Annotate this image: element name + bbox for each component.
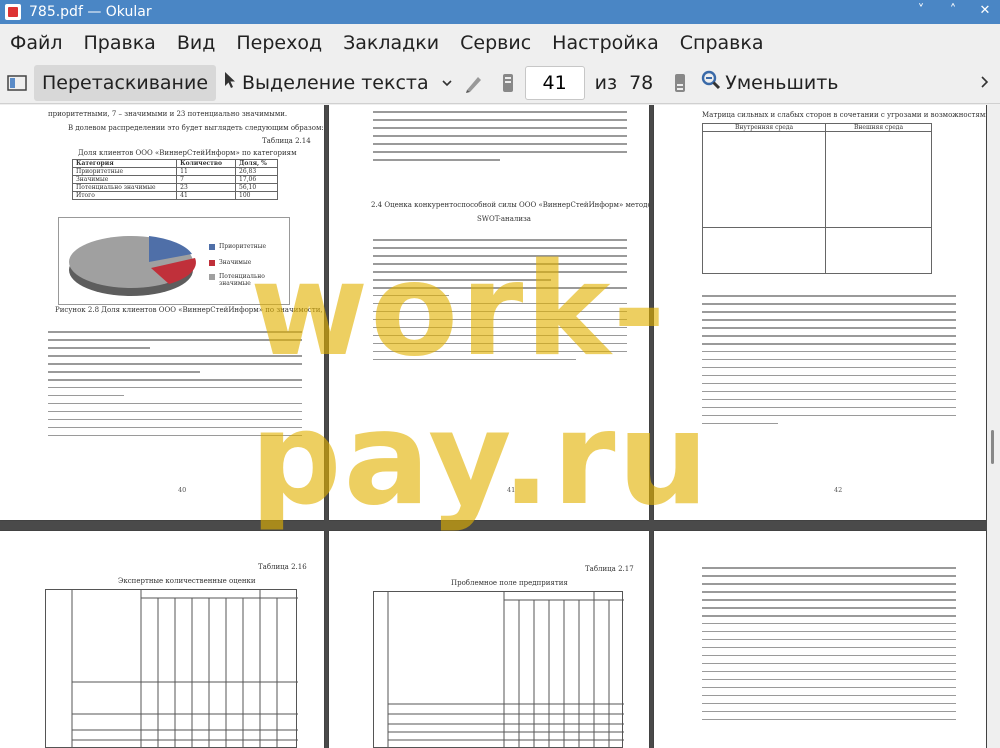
section-heading: SWOT-анализа [477, 215, 531, 223]
page-number-label: 40 [178, 486, 187, 494]
close-button[interactable]: ✕ [976, 3, 994, 18]
okular-app-icon [5, 4, 21, 20]
of-label: из [594, 71, 618, 94]
legend-label: Значимые [219, 259, 252, 266]
table-cell: Приоритетные [71, 167, 178, 176]
total-pages-text: из 78 [585, 65, 664, 101]
maximize-button[interactable]: ˄ [944, 3, 962, 18]
table-cell [825, 131, 932, 228]
table-header-cell: Внутренняя среда [701, 123, 827, 132]
page-text-block [702, 567, 956, 727]
table-title: Экспертные количественные оценки [118, 577, 256, 585]
review-pen-icon[interactable] [463, 72, 485, 94]
expert-scores-grid [71, 590, 298, 748]
table-cell: 11 [176, 167, 236, 176]
browse-tool-button[interactable]: Перетаскивание [34, 64, 217, 101]
expert-scores-table [45, 589, 298, 748]
watermark-overlay: work-pay.ru [250, 236, 711, 534]
document-page-45 [654, 531, 986, 748]
document-page-43: Таблица 2.16 Экспертные количественные о… [0, 531, 324, 748]
table-header-cell: Количество [176, 159, 236, 168]
client-category-table: Категория Количество Доля, % Приоритетны… [71, 159, 278, 200]
table-cell: Итого [71, 191, 178, 200]
menu-file[interactable]: Файл [10, 32, 63, 54]
toolbar-overflow-icon[interactable] [980, 74, 990, 93]
menu-bar: Файл Правка Вид Переход Закладки Сервис … [0, 24, 1000, 62]
legend-swatch [209, 260, 215, 266]
table-caption: Таблица 2.17 [585, 565, 634, 573]
table-cell: 17,06 [235, 175, 278, 184]
table-caption: Таблица 2.16 [258, 563, 307, 571]
table-cell: 100 [235, 191, 278, 200]
legend-swatch [209, 244, 215, 250]
table-cell [701, 131, 827, 228]
table-title: Проблемное поле предприятия [451, 579, 568, 587]
select-text-tool-button[interactable]: Выделение текста [216, 65, 437, 101]
chevron-down-icon[interactable] [441, 72, 453, 94]
legend-swatch [209, 274, 215, 280]
section-heading: 2.4 Оценка конкурентоспособной силы ООО … [371, 201, 649, 209]
zoom-out-label: Уменьшить [725, 71, 839, 94]
browse-tool-label: Перетаскивание [42, 71, 209, 94]
problem-field-table [373, 591, 624, 748]
table-cell: Потенциально значимые [71, 183, 178, 192]
menu-settings[interactable]: Настройка [552, 32, 659, 54]
title-bar: 785.pdf — Okular ˅ ˄ ✕ [0, 0, 1000, 24]
document-page-44: Таблица 2.17 Проблемное поле предприятия [329, 531, 649, 748]
table-cell: 41 [176, 191, 236, 200]
menu-tools[interactable]: Сервис [460, 32, 531, 54]
page-text-block [373, 111, 627, 167]
page-text-line: приоритетными, 7 – значимыми и 23 потенц… [48, 110, 288, 118]
table-header-cell: Доля, % [235, 159, 278, 168]
previous-page-icon[interactable] [497, 72, 519, 94]
menu-edit[interactable]: Правка [84, 32, 156, 54]
section-heading: Матрица сильных и слабых сторон в сочета… [702, 111, 986, 119]
page-text-line: В долевом распределении это будет выгляд… [68, 124, 324, 132]
table-cell: 26,83 [235, 167, 278, 176]
next-page-icon[interactable] [669, 72, 691, 94]
zoom-out-icon [701, 70, 721, 95]
menu-bookmarks[interactable]: Закладки [343, 32, 439, 54]
zoom-out-button[interactable]: Уменьшить [697, 65, 842, 101]
select-text-tool-label: Выделение текста [242, 71, 429, 94]
cursor-icon [224, 71, 236, 94]
table-cell: Значимые [71, 175, 178, 184]
table-cell: 23 [176, 183, 236, 192]
table-cell: 56,10 [235, 183, 278, 192]
scrollbar-thumb[interactable] [991, 430, 994, 464]
table-title: Доля клиентов ООО «ВиннерСтейИнформ» по … [78, 149, 297, 157]
vertical-scrollbar[interactable] [987, 105, 1000, 748]
table-cell: 7 [176, 175, 236, 184]
menu-help[interactable]: Справка [680, 32, 764, 54]
minimize-button[interactable]: ˅ [912, 3, 930, 18]
problem-field-grid [387, 592, 624, 748]
table-caption: Таблица 2.14 [262, 137, 311, 145]
page-number-input[interactable]: 41 [524, 65, 585, 100]
main-toolbar: Перетаскивание Выделение текста 41 из 78… [0, 62, 1000, 104]
total-pages-value: 78 [629, 71, 654, 94]
table-header-cell: Внешняя среда [825, 123, 932, 132]
table-header-cell: Категория [71, 159, 178, 168]
menu-go[interactable]: Переход [236, 32, 322, 54]
sidebar-toggle-icon[interactable] [6, 72, 28, 94]
window-title: 785.pdf — Okular [29, 4, 152, 20]
menu-view[interactable]: Вид [177, 32, 216, 54]
